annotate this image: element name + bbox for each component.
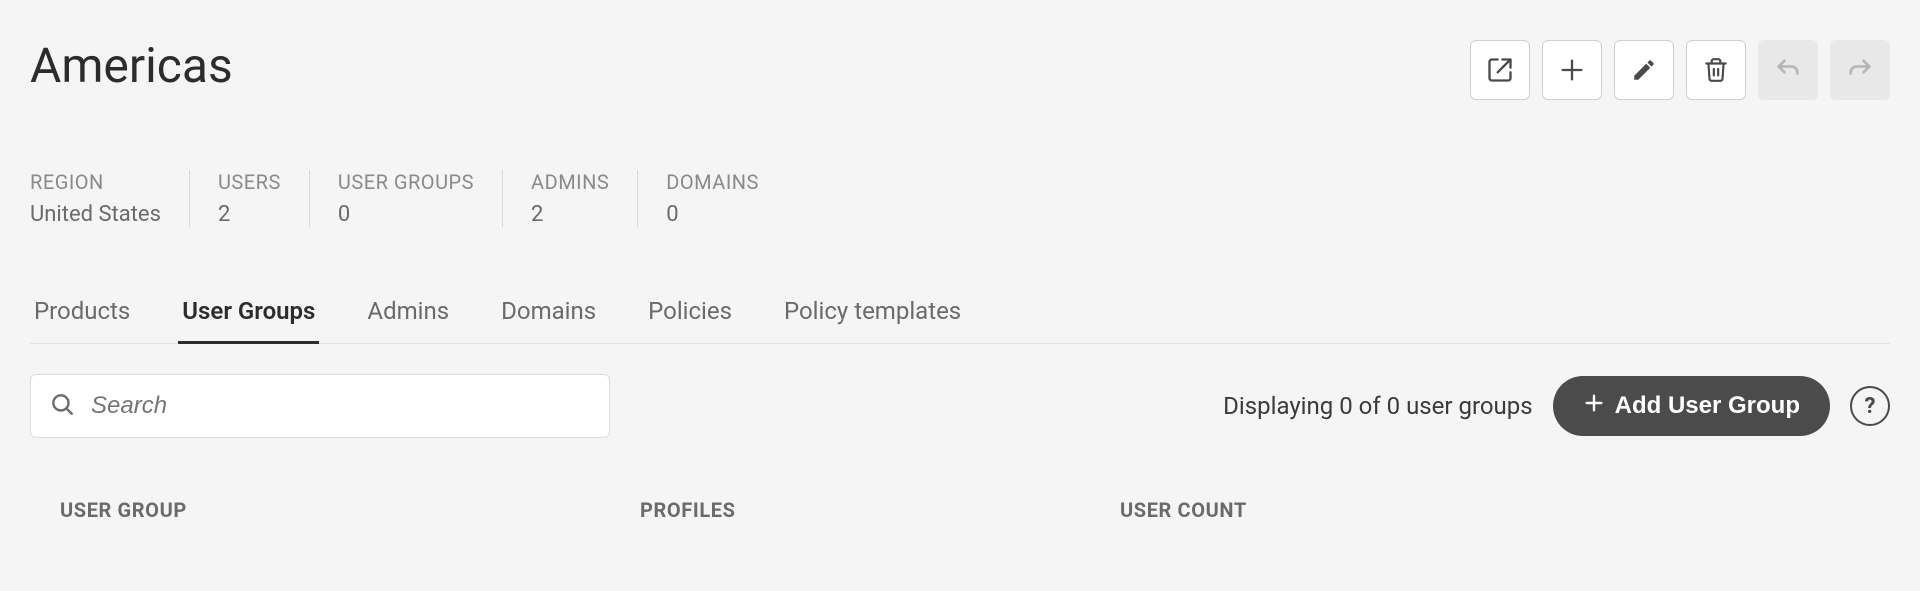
tab-policies[interactable]: Policies: [644, 287, 736, 343]
table-header: USER GROUP PROFILES USER COUNT: [30, 498, 1890, 522]
stat-value: 0: [338, 202, 474, 227]
stat-value: United States: [30, 202, 161, 227]
search-input[interactable]: [89, 391, 591, 421]
stat-value: 2: [218, 202, 281, 227]
redo-button: [1830, 40, 1890, 100]
stat-admins: ADMINS 2: [531, 170, 638, 227]
column-profiles: PROFILES: [640, 498, 1120, 522]
tab-domains[interactable]: Domains: [497, 287, 600, 343]
search-box[interactable]: [30, 374, 610, 438]
stat-domains: DOMAINS 0: [666, 170, 759, 227]
tab-products[interactable]: Products: [30, 287, 134, 343]
stat-region: REGION United States: [30, 170, 190, 227]
stat-label: DOMAINS: [666, 170, 759, 194]
add-button[interactable]: [1542, 40, 1602, 100]
tab-policy-templates[interactable]: Policy templates: [780, 287, 965, 343]
pencil-icon: [1631, 57, 1657, 83]
stat-users: USERS 2: [218, 170, 310, 227]
tab-admins[interactable]: Admins: [363, 287, 453, 343]
delete-button[interactable]: [1686, 40, 1746, 100]
page-title: Americas: [30, 40, 233, 93]
edit-button[interactable]: [1614, 40, 1674, 100]
export-button[interactable]: [1470, 40, 1530, 100]
search-icon: [49, 391, 75, 421]
toolbar: [1470, 40, 1890, 100]
redo-icon: [1846, 56, 1874, 84]
stats-row: REGION United States USERS 2 USER GROUPS…: [30, 170, 1890, 227]
trash-icon: [1703, 57, 1729, 83]
help-icon: ?: [1865, 394, 1876, 419]
column-user-count: USER COUNT: [1120, 498, 1890, 522]
stat-label: USER GROUPS: [338, 170, 474, 194]
help-button[interactable]: ?: [1850, 386, 1890, 426]
result-count-text: Displaying 0 of 0 user groups: [1223, 392, 1533, 420]
stat-label: USERS: [218, 170, 281, 194]
undo-button: [1758, 40, 1818, 100]
stat-value: 0: [666, 202, 759, 227]
plus-icon: [1558, 56, 1586, 84]
add-user-group-label: Add User Group: [1615, 392, 1800, 420]
stat-user-groups: USER GROUPS 0: [338, 170, 503, 227]
column-user-group: USER GROUP: [60, 498, 640, 522]
plus-icon: [1583, 392, 1605, 421]
stat-value: 2: [531, 202, 609, 227]
stat-label: REGION: [30, 170, 161, 194]
tabs: Products User Groups Admins Domains Poli…: [30, 287, 1890, 344]
add-user-group-button[interactable]: Add User Group: [1553, 376, 1830, 436]
undo-icon: [1774, 56, 1802, 84]
stat-label: ADMINS: [531, 170, 609, 194]
export-icon: [1486, 56, 1514, 84]
tab-user-groups[interactable]: User Groups: [178, 287, 319, 343]
